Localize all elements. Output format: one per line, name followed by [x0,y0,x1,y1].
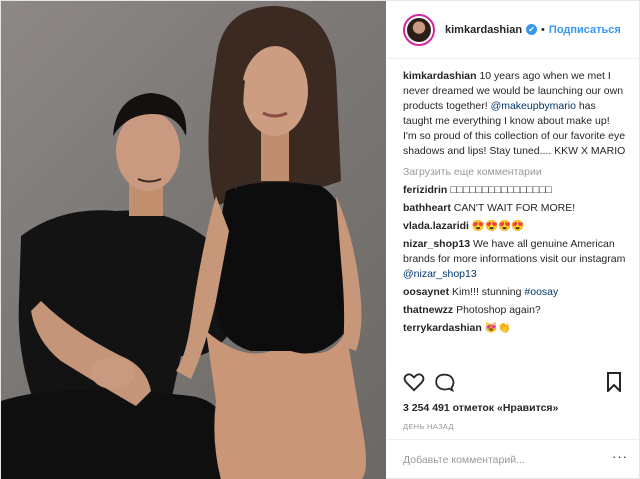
likes-count[interactable]: 3 254 491 отметок «Нравится» [403,402,558,414]
comment-text: 😍😍😍😍 [468,220,525,232]
comment: bathheart CAN'T WAIT FOR MORE! [403,201,626,216]
comment-text: □□□□□□□□□□□□□□□□ [447,184,552,196]
post-caption: kimkardashian 10 years ago when we met I… [403,69,626,159]
header-separator: • [541,23,545,36]
caption-username[interactable]: kimkardashian [403,70,477,82]
load-more-comments-link[interactable]: Загрузить еще комментарии [403,165,626,180]
comment-text: 😻👏 [481,322,511,334]
avatar[interactable] [403,13,435,46]
header-username[interactable]: kimkardashian [445,24,522,36]
post-timestamp: ДЕНЬ НАЗАД [403,422,454,431]
comment-username[interactable]: vlada.lazaridi [403,220,469,232]
comment-icon[interactable] [434,372,455,396]
comment: nizar_shop13 We have all genuine America… [403,237,626,282]
bookmark-icon[interactable] [606,372,622,395]
comments-list: kimkardashian 10 years ago when we met I… [387,61,640,366]
comment: thatnewzz Photoshop again? [403,303,626,318]
comment-mention-link[interactable]: @nizar_shop13 [403,268,477,280]
follow-button[interactable]: Подписаться [549,24,621,36]
post-photo[interactable] [1,1,386,479]
photo-illustration [1,6,366,479]
comment: ferizidrin □□□□□□□□□□□□□□□□ [403,183,626,198]
post-side-panel: kimkardashian ✔ • Подписаться kimkardash… [387,1,640,479]
comment: vlada.lazaridi 😍😍😍😍 [403,219,626,234]
comment-text: CAN'T WAIT FOR MORE! [450,202,576,214]
verified-badge-icon: ✔ [526,24,538,35]
comment-username[interactable]: ferizidrin [403,184,447,196]
comment: terrykardashian 😻👏 [403,321,626,336]
comment-username[interactable]: bathheart [403,202,451,214]
comment-username[interactable]: oosaynet [403,286,449,298]
heart-icon[interactable] [403,372,425,395]
comment-hashtag-link[interactable]: #oosay [524,286,558,298]
comment-username[interactable]: terrykardashian [403,322,482,334]
comment-text: Kim!!! stunning [449,286,525,298]
post-header: kimkardashian ✔ • Подписаться [387,1,640,59]
caption-mention-link[interactable]: @makeupbymario [491,100,576,112]
more-options-button[interactable]: ··· [612,449,628,464]
comment: oosaynet Kim!!! stunning #oosay [403,285,626,300]
comment-text: Photoshop again? [453,304,541,316]
post-actions-bar [403,372,628,394]
instagram-post-modal: kimkardashian ✔ • Подписаться kimkardash… [0,0,640,479]
add-comment-input[interactable]: Добавьте комментарий... [403,454,525,466]
add-comment-section: Добавьте комментарий... ··· [387,439,640,479]
comment-username[interactable]: thatnewzz [403,304,453,316]
comment-username[interactable]: nizar_shop13 [403,238,470,250]
